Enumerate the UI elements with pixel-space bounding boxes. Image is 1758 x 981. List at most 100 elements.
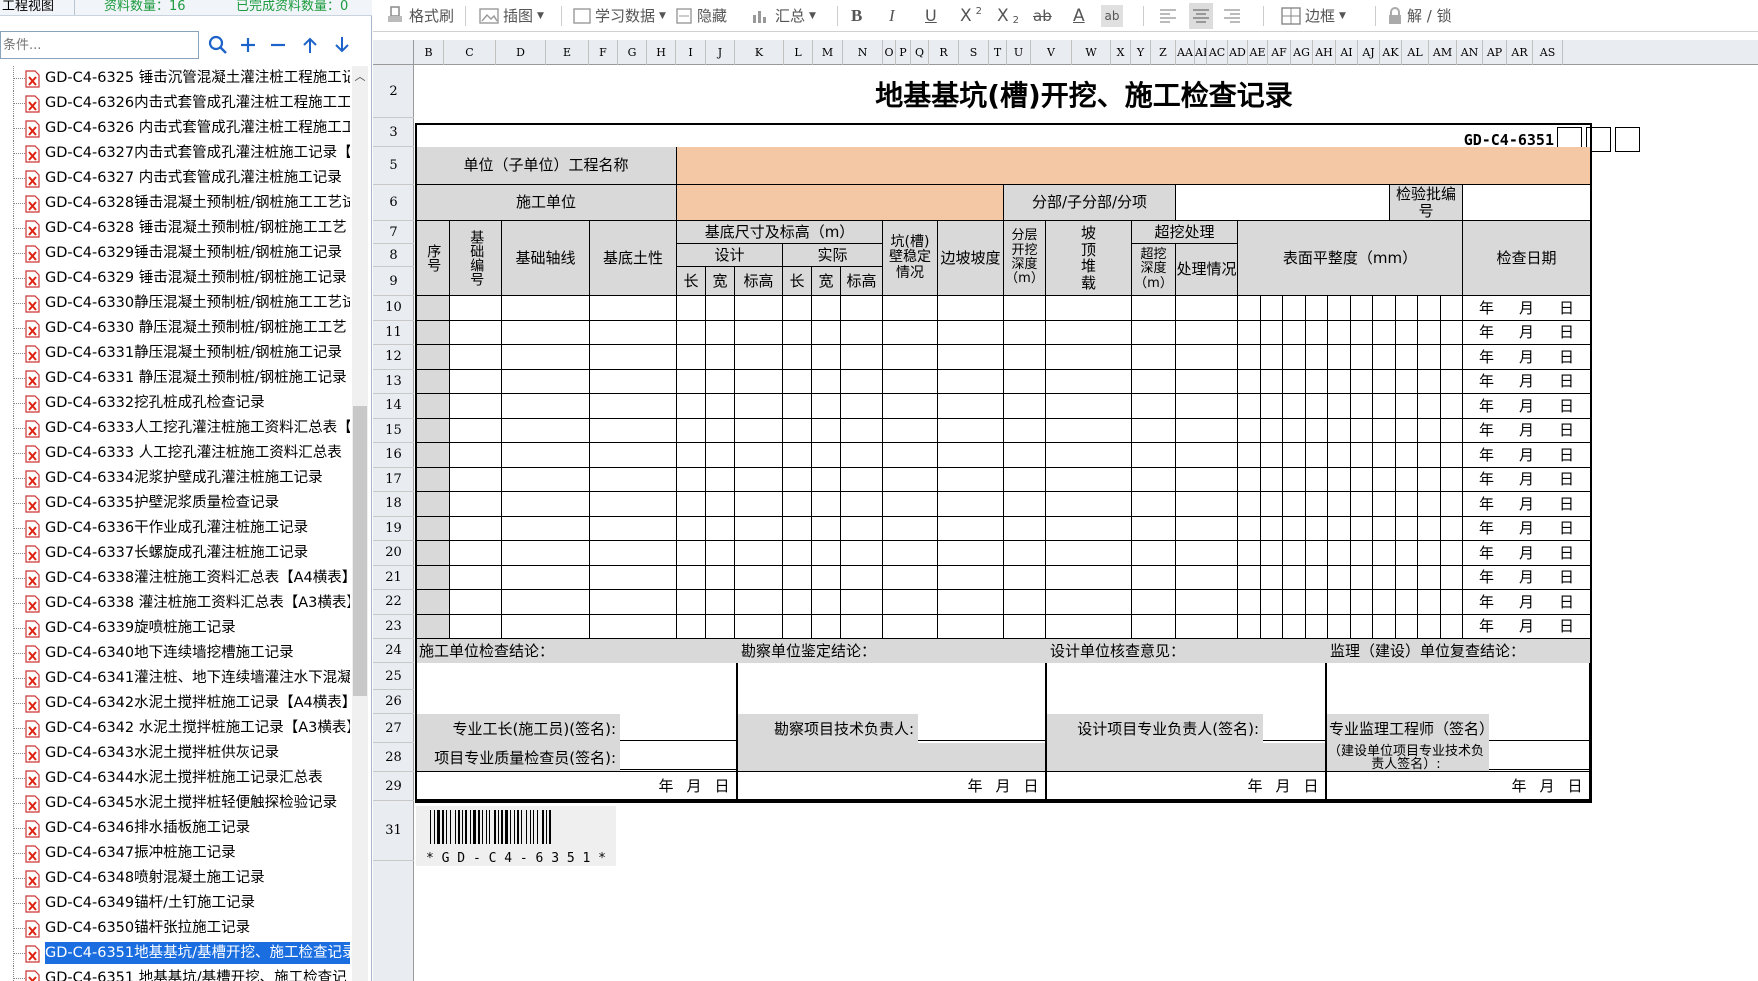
column-header[interactable]: AP [1483, 40, 1507, 65]
data-cell[interactable] [590, 516, 677, 541]
data-cell[interactable] [1328, 541, 1351, 566]
data-cell[interactable] [735, 541, 783, 566]
tree-item[interactable]: GD-C4-6332挖孔桩成孔检查记录 [0, 391, 352, 416]
data-cell[interactable] [502, 541, 590, 566]
data-cell[interactable] [1260, 541, 1283, 566]
tree-item[interactable]: GD-C4-6331静压混凝土预制桩/钢桩施工记录【 [0, 341, 352, 366]
data-cell[interactable] [1132, 492, 1176, 517]
tree-item[interactable]: GD-C4-6335护壁泥浆质量检查记录 [0, 491, 352, 516]
data-cell[interactable] [1373, 345, 1396, 370]
data-cell[interactable] [677, 345, 706, 370]
data-cell[interactable] [1046, 590, 1132, 615]
column-header[interactable]: B [414, 40, 444, 65]
tree-item[interactable]: GD-C4-6348喷射混凝土施工记录 [0, 866, 352, 891]
data-cell[interactable] [416, 296, 450, 321]
data-cell[interactable] [783, 467, 812, 492]
data-cell[interactable] [450, 590, 502, 615]
data-cell[interactable] [1176, 541, 1238, 566]
data-cell[interactable] [706, 590, 735, 615]
data-cell[interactable] [706, 345, 735, 370]
data-cell[interactable] [1305, 614, 1328, 639]
data-cell[interactable] [1418, 590, 1441, 615]
data-cell[interactable] [677, 516, 706, 541]
data-cell[interactable] [1373, 296, 1396, 321]
data-cell[interactable] [1260, 516, 1283, 541]
data-cell[interactable] [1440, 394, 1463, 419]
data-cell[interactable] [783, 296, 812, 321]
sub-division-value[interactable] [1176, 185, 1390, 221]
data-cell[interactable] [1176, 296, 1238, 321]
data-cell[interactable] [1350, 394, 1373, 419]
data-cell[interactable] [1004, 516, 1046, 541]
data-cell[interactable] [706, 418, 735, 443]
tree-item[interactable]: GD-C4-6338灌注桩施工资料汇总表【A4横表】 [0, 566, 352, 591]
data-cell[interactable] [706, 320, 735, 345]
data-cell[interactable] [1238, 541, 1261, 566]
search-input[interactable] [0, 31, 199, 59]
construction-unit-value[interactable] [677, 185, 1004, 221]
data-cell[interactable] [1440, 467, 1463, 492]
data-cell[interactable] [1260, 614, 1283, 639]
data-cell[interactable] [416, 345, 450, 370]
data-cell[interactable] [938, 320, 1004, 345]
data-cell[interactable] [1176, 369, 1238, 394]
data-cell[interactable] [1328, 345, 1351, 370]
column-header[interactable]: Q [911, 40, 929, 65]
data-cell[interactable] [677, 369, 706, 394]
scrollbar-thumb[interactable] [353, 406, 367, 696]
sign-date[interactable]: 年月日 [738, 772, 1045, 799]
data-cell[interactable] [735, 565, 783, 590]
data-cell[interactable] [677, 467, 706, 492]
row-header[interactable]: 28 [373, 743, 414, 772]
column-header[interactable]: T [989, 40, 1007, 65]
data-cell[interactable] [416, 590, 450, 615]
data-cell[interactable] [841, 516, 883, 541]
foreman-sign-field[interactable] [620, 714, 736, 741]
column-header[interactable]: S [959, 40, 989, 65]
data-cell[interactable] [1132, 467, 1176, 492]
data-cell[interactable] [1350, 467, 1373, 492]
data-cell[interactable] [1004, 565, 1046, 590]
font-color-button[interactable]: A [1073, 0, 1085, 32]
row-header[interactable]: 21 [373, 566, 414, 590]
data-cell[interactable] [1046, 320, 1132, 345]
row-header[interactable]: 31 [373, 801, 414, 861]
data-cell[interactable] [883, 369, 938, 394]
row-header[interactable]: 14 [373, 394, 414, 419]
superscript-button[interactable]: X2 [960, 0, 982, 32]
data-cell[interactable] [841, 418, 883, 443]
data-cell[interactable] [1373, 590, 1396, 615]
data-cell[interactable] [450, 614, 502, 639]
row-header[interactable]: 27 [373, 714, 414, 743]
unit-project-value[interactable] [677, 147, 1591, 185]
data-cell[interactable] [706, 394, 735, 419]
data-cell[interactable] [590, 369, 677, 394]
data-cell[interactable] [1440, 320, 1463, 345]
column-header[interactable]: D [496, 40, 546, 65]
column-header[interactable]: AF [1268, 40, 1291, 65]
data-cell[interactable] [841, 443, 883, 468]
column-header[interactable]: G [618, 40, 647, 65]
data-cell[interactable] [1305, 345, 1328, 370]
data-cell[interactable] [1440, 369, 1463, 394]
data-cell[interactable] [735, 590, 783, 615]
data-cell[interactable] [1395, 516, 1418, 541]
data-cell[interactable] [1440, 345, 1463, 370]
data-cell[interactable] [1004, 467, 1046, 492]
data-cell[interactable] [1004, 394, 1046, 419]
data-cell[interactable] [590, 614, 677, 639]
column-header[interactable]: AC [1207, 40, 1228, 65]
data-cell[interactable] [502, 369, 590, 394]
data-cell[interactable] [416, 467, 450, 492]
tree-item[interactable]: GD-C4-6327内击式套管成孔灌注桩施工记录【 [0, 141, 352, 166]
column-header[interactable]: AJ [1358, 40, 1380, 65]
data-cell[interactable] [706, 516, 735, 541]
subscript-button[interactable]: X2 [997, 0, 1019, 32]
column-header[interactable]: N [843, 40, 883, 65]
check-date-cell[interactable]: 年月日 [1463, 369, 1591, 394]
data-cell[interactable] [1418, 614, 1441, 639]
data-cell[interactable] [812, 516, 841, 541]
data-cell[interactable] [1132, 443, 1176, 468]
data-cell[interactable] [450, 492, 502, 517]
data-cell[interactable] [1305, 320, 1328, 345]
